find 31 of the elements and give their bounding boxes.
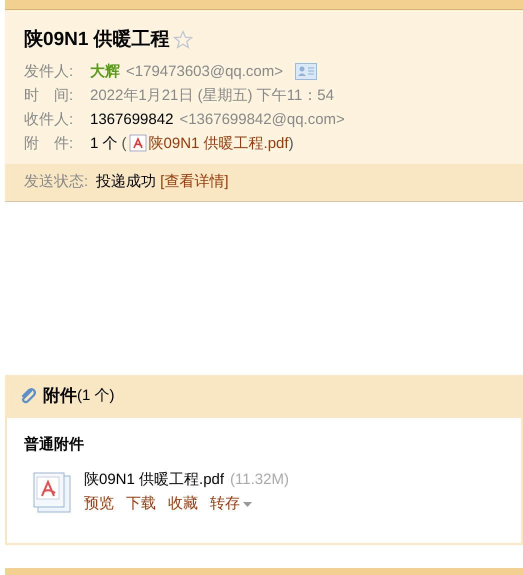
star-icon[interactable] — [172, 30, 193, 50]
attachment-total: (1 个) — [77, 386, 114, 406]
recipient-name: 1367699842 — [90, 110, 174, 130]
file-action-link[interactable]: 收藏 — [168, 492, 198, 516]
details-link[interactable]: [查看详情] — [160, 170, 229, 194]
recipient-address: <1367699842@qq.com> — [179, 110, 345, 130]
open-paren: ( — [122, 134, 127, 154]
attachment-title: 附件 — [43, 385, 77, 408]
file-size: (11.32M) — [230, 470, 289, 490]
field-label: 附 件: — [24, 134, 74, 154]
field-label: 发件人: — [24, 62, 74, 82]
attachment-group-title: 普通附件 — [24, 434, 85, 454]
sent-time: 2022年1月21日 (星期五) 下午11：54 — [90, 86, 334, 106]
file-action-link[interactable]: 下载 — [126, 492, 156, 516]
file-name: 陕09N1 供暖工程.pdf — [84, 470, 224, 490]
close-paren: ) — [288, 134, 294, 154]
contact-card-icon[interactable] — [295, 62, 318, 80]
pdf-icon — [128, 134, 147, 152]
file-action-link[interactable]: 预览 — [84, 492, 114, 516]
status-value: 投递成功 — [96, 172, 156, 192]
save-to-menu[interactable]: 转存 — [210, 492, 252, 516]
paperclip-icon — [19, 387, 37, 405]
mail-subject: 陕09N1 供暖工程 — [24, 28, 170, 52]
attachment-count: 1 个 — [90, 134, 118, 154]
caret-icon — [243, 502, 252, 506]
status-label: 发送状态: — [24, 172, 88, 192]
field-label: 收件人: — [24, 110, 74, 130]
sender-address: <179473603@qq.com> — [126, 62, 284, 82]
attachment-link[interactable]: 陕09N1 供暖工程.pdf — [148, 132, 289, 154]
pdf-file-icon — [32, 472, 72, 514]
field-label: 时 间: — [24, 86, 74, 106]
